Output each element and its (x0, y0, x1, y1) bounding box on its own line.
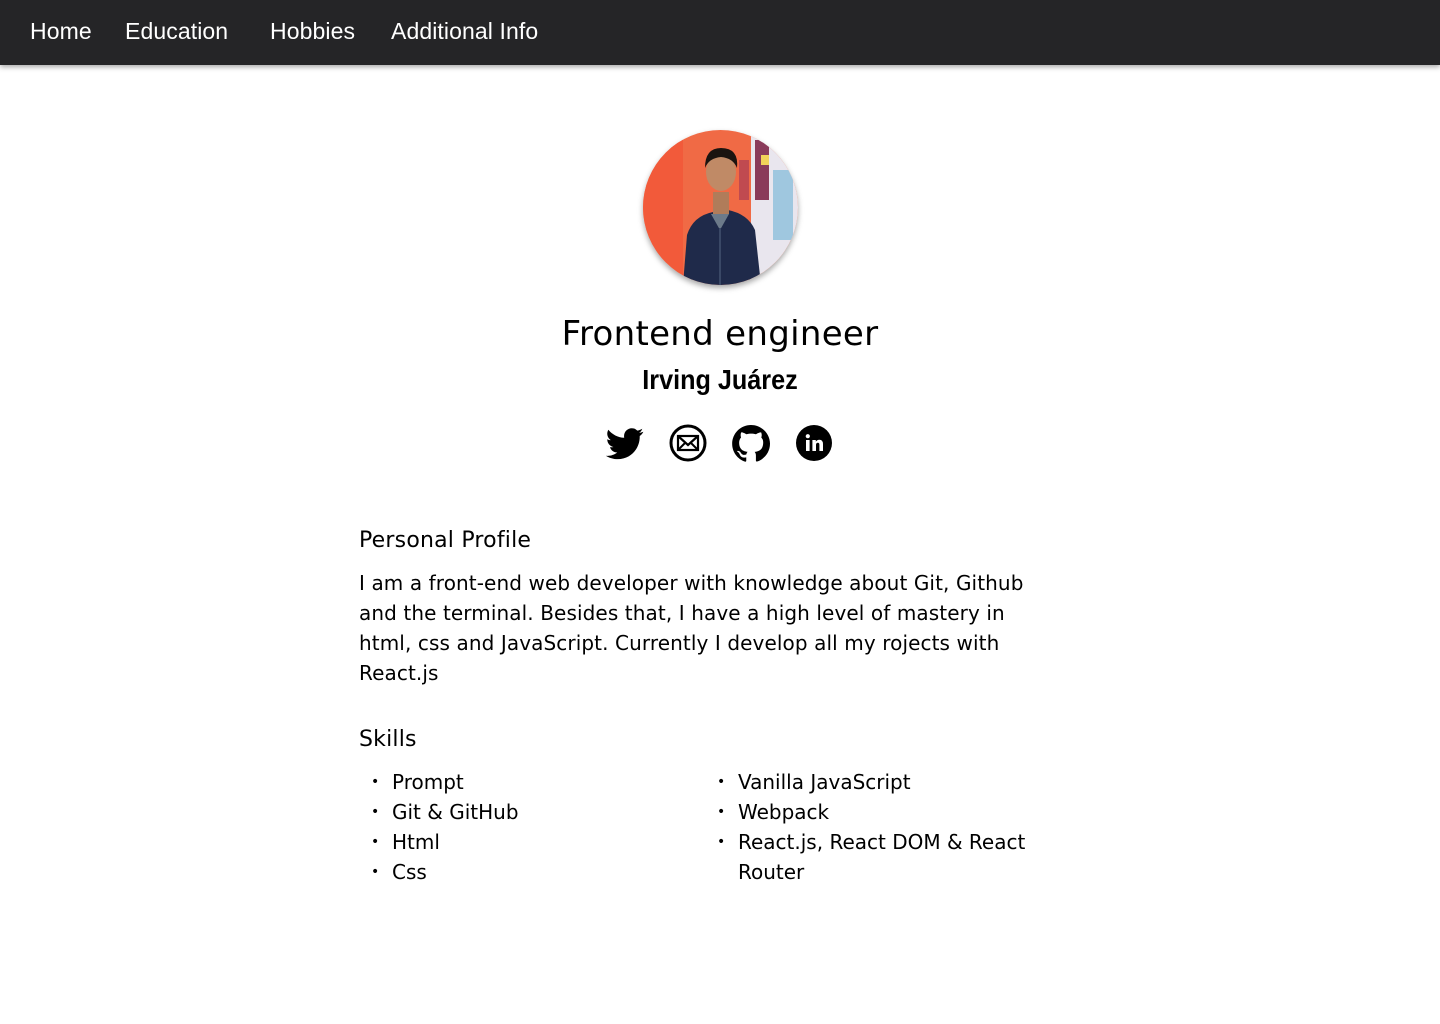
email-link[interactable] (669, 424, 707, 462)
nav-home-link[interactable]: Home (30, 18, 92, 45)
skills-column-left: Prompt Git & GitHub Html Css (359, 767, 705, 887)
nav-education-link[interactable]: Education (125, 18, 228, 45)
skill-item: Git & GitHub (359, 797, 705, 827)
skill-item: React.js, React DOM & React Router (705, 827, 1059, 887)
personal-profile-text: I am a front-end web developer with know… (359, 571, 1024, 685)
skills-column-right: Vanilla JavaScript Webpack React.js, Rea… (705, 767, 1059, 887)
top-navigation: Home Education Hobbies Additional Info (0, 0, 1440, 65)
skill-item: Prompt (359, 767, 705, 797)
main-content: Personal Profile I am a front-end web de… (359, 526, 1059, 887)
linkedin-icon (796, 425, 832, 461)
social-links (0, 424, 1440, 462)
personal-profile-heading: Personal Profile (359, 528, 532, 553)
twitter-icon (605, 428, 644, 460)
skills-list: Prompt Git & GitHub Html Css Vanilla Jav… (359, 767, 1059, 887)
linkedin-link[interactable] (795, 424, 833, 462)
github-icon (732, 424, 770, 462)
twitter-link[interactable] (605, 424, 644, 462)
skill-item: Css (359, 857, 705, 887)
person-name: Irving Juárez (642, 364, 798, 395)
skill-item: Vanilla JavaScript (705, 767, 1059, 797)
skills-heading: Skills (359, 727, 417, 752)
nav-hobbies-link[interactable]: Hobbies (270, 18, 355, 45)
email-icon (669, 424, 707, 462)
profile-avatar (643, 130, 798, 285)
github-link[interactable] (732, 424, 770, 462)
nav-additional-info-link[interactable]: Additional Info (391, 18, 538, 45)
skill-item: Html (359, 827, 705, 857)
skill-item: Webpack (705, 797, 1059, 827)
role-title: Frontend engineer (561, 314, 879, 354)
